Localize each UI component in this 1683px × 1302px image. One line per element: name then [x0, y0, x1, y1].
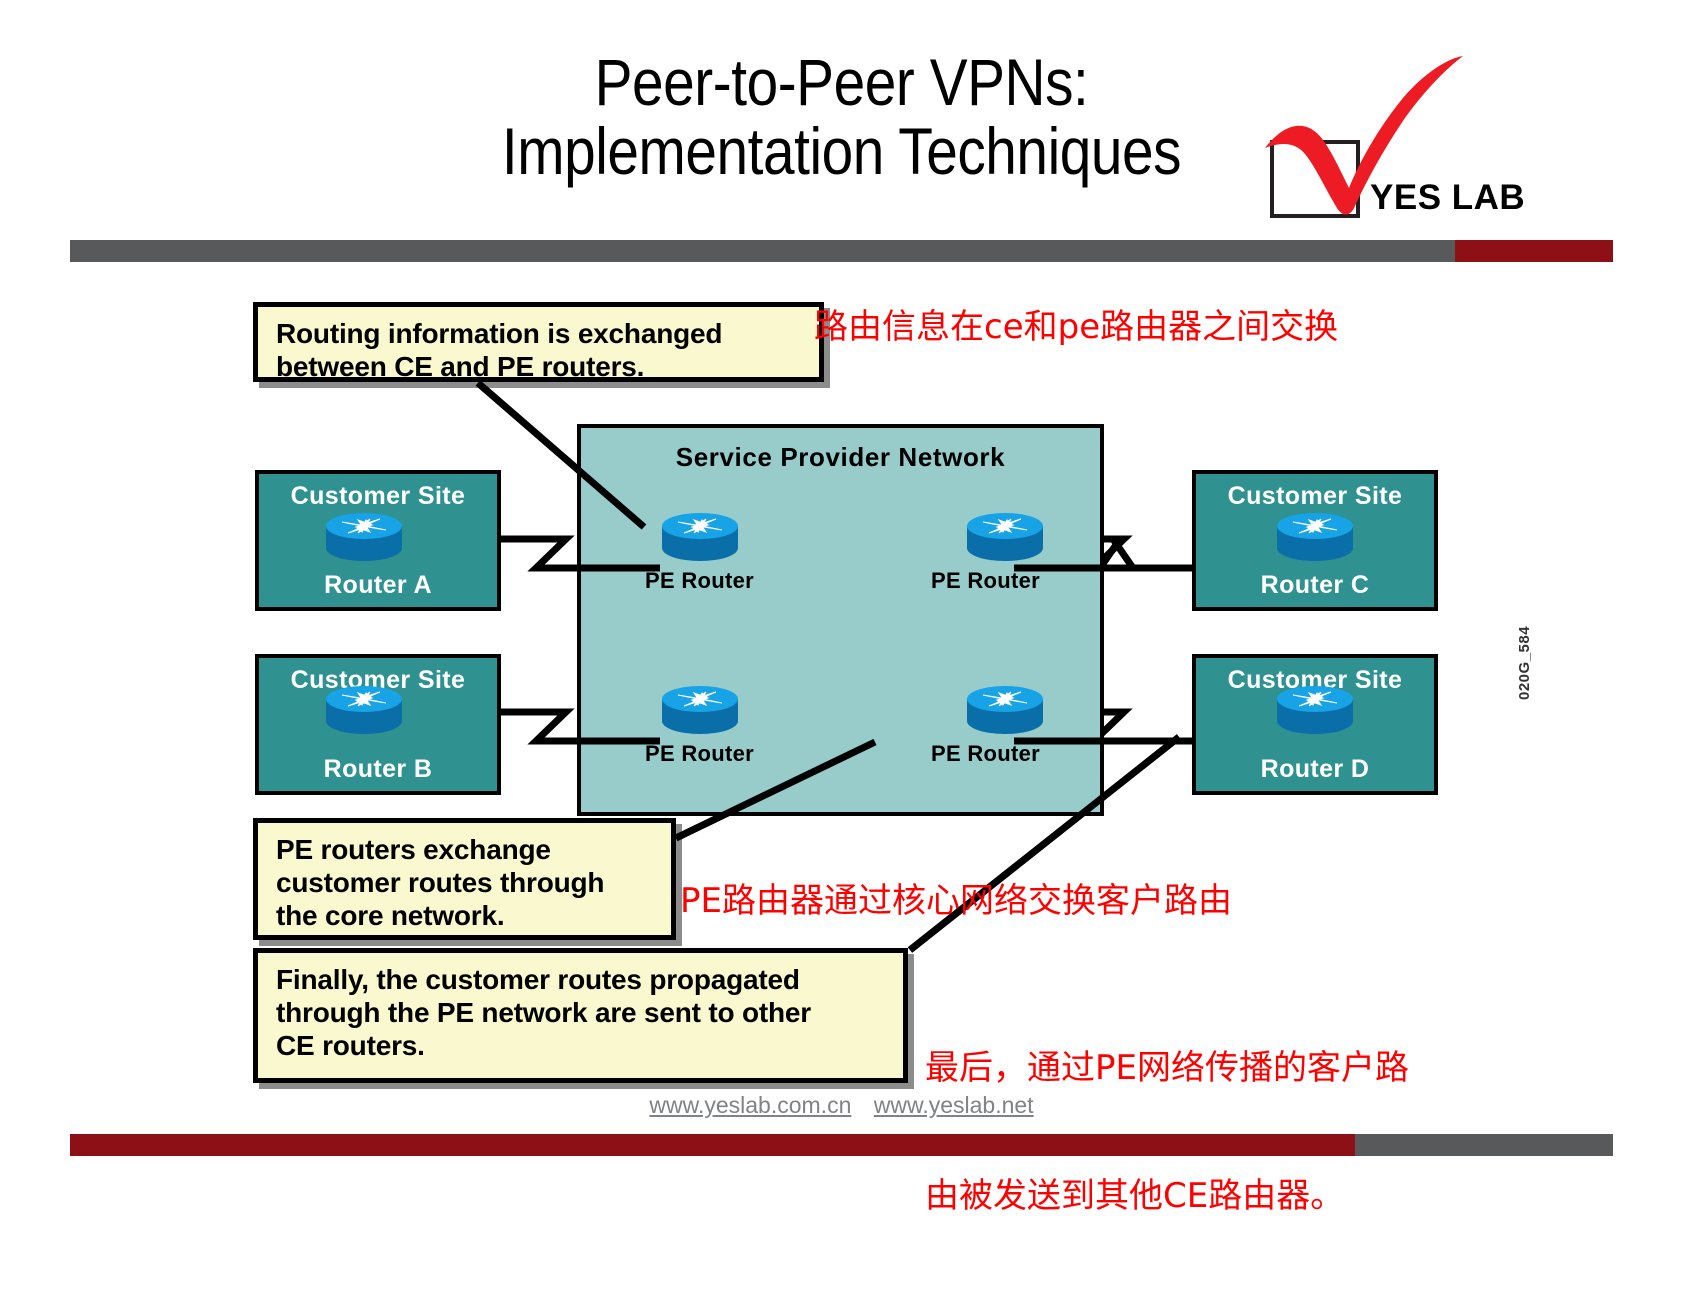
customer-site-d-router-name: Router D [1260, 755, 1370, 783]
footer-link-yeslab-com-cn[interactable]: www.yeslab.com.cn [649, 1092, 851, 1118]
callout-2-line-3: the core network. [276, 900, 505, 932]
callout-3-line-3: CE routers. [276, 1030, 425, 1062]
cisco-router-icon [326, 513, 402, 561]
annotation-zh-final-line-1: 最后，通过PE网络传播的客户路 [925, 1048, 1409, 1088]
cisco-router-icon [967, 686, 1043, 734]
customer-site-b-router-name: Router B [323, 755, 433, 783]
callout-1-line-2: between CE and PE routers. [276, 351, 645, 383]
customer-site-a-title: Customer Site [290, 482, 466, 510]
footer-links: www.yeslab.com.cn www.yeslab.net [0, 1092, 1683, 1119]
callout-2-line-2: customer routes through [276, 867, 605, 899]
cisco-router-icon [967, 513, 1043, 561]
annotation-zh-routing: 路由信息在ce和pe路由器之间交换 [814, 307, 1339, 347]
customer-site-a-router-name: Router A [324, 571, 432, 599]
annotation-zh-final: 最后，通过PE网络传播的客户路 由被发送到其他CE路由器。 [925, 962, 1409, 1302]
customer-site-c-router-name: Router C [1260, 571, 1370, 599]
callout-pe-exchange: PE routers exchange customer routes thro… [253, 818, 676, 940]
footer-link-yeslab-net[interactable]: www.yeslab.net [874, 1092, 1034, 1118]
annotation-zh-pe-exchange-text: PE路由器通过核心网络交换客户路由 [680, 881, 1232, 921]
cisco-router-icon [326, 686, 402, 734]
callout-routing-information: Routing information is exchanged between… [253, 302, 824, 382]
callout-1-line-1: Routing information is exchanged [276, 318, 723, 349]
cisco-router-icon [1277, 686, 1353, 734]
pe-router-1-label: PE Router [645, 568, 755, 593]
pe-router-4-label: PE Router [931, 741, 1041, 766]
callout-3-line-2: through the PE network are sent to other [276, 997, 811, 1029]
cisco-router-icon [662, 686, 738, 734]
cisco-router-icon [662, 513, 738, 561]
callout-2-line-1: PE routers exchange [276, 834, 551, 865]
network-diagram: Service Provider Network Customer Site R… [0, 0, 1683, 1216]
annotation-zh-final-line-2: 由被发送到其他CE路由器。 [925, 1175, 1345, 1216]
figure-reference-code: 020G_584 [1516, 625, 1533, 700]
callout-3-line-1: Finally, the customer routes propagated [276, 964, 800, 995]
service-provider-network-label: Service Provider Network [675, 442, 1006, 472]
callout-final-propagation: Finally, the customer routes propagated … [253, 948, 908, 1083]
pe-router-3-label: PE Router [645, 741, 755, 766]
pe-router-2-label: PE Router [931, 568, 1041, 593]
customer-site-c-title: Customer Site [1227, 482, 1403, 510]
cisco-router-icon [1277, 513, 1353, 561]
annotation-zh-pe-exchange: PE路由器通过核心网络交换客户路由 [680, 880, 1232, 923]
